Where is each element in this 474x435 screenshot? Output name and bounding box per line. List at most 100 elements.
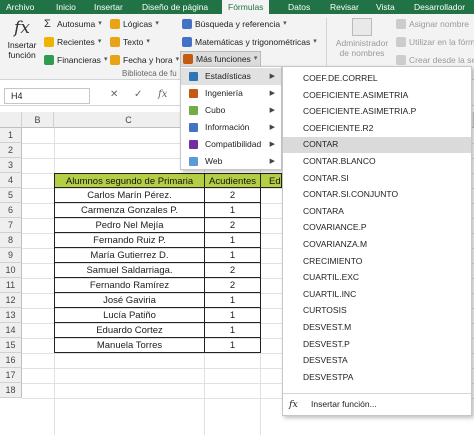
tab-datos[interactable]: Datos bbox=[282, 0, 316, 14]
more-functions-item[interactable]: Cubo ▶ bbox=[181, 102, 281, 119]
math-trig-button[interactable]: Matemáticas y trigonométricas ▾ bbox=[182, 34, 317, 50]
statistics-function-item[interactable]: COVARIANZA.M bbox=[283, 237, 471, 253]
more-functions-item[interactable]: Información ▶ bbox=[181, 119, 281, 136]
more-functions-item[interactable]: Estadísticas ▶ bbox=[181, 68, 281, 85]
chevron-right-icon: ▶ bbox=[269, 158, 275, 165]
more-functions-button[interactable]: Más funciones ▾ bbox=[180, 51, 262, 67]
row-header[interactable]: 10 bbox=[0, 263, 22, 278]
more-functions-item[interactable]: Compatibilidad ▶ bbox=[181, 136, 281, 153]
student-name-cell[interactable]: Fernando Ramírez bbox=[54, 278, 205, 293]
row-header[interactable]: 4 bbox=[0, 173, 22, 188]
student-name-cell[interactable]: Eduardo Cortez bbox=[54, 323, 205, 338]
guardian-count-cell[interactable]: 1 bbox=[204, 338, 261, 353]
logical-button[interactable]: Lógicas ▾ bbox=[110, 16, 159, 32]
statistics-function-item[interactable]: CURTOSIS bbox=[283, 303, 471, 319]
define-name-button[interactable]: Asignar nombre bbox=[396, 16, 469, 32]
formula-fx-icon[interactable]: fx bbox=[158, 89, 167, 100]
tab-revisar[interactable]: Revisar bbox=[324, 0, 365, 14]
guardian-count-cell[interactable]: 2 bbox=[204, 263, 261, 278]
row-header[interactable]: 12 bbox=[0, 293, 22, 308]
tab-inicio[interactable]: Inicio bbox=[50, 0, 82, 14]
guardian-count-cell[interactable]: 1 bbox=[204, 233, 261, 248]
tab-formulas[interactable]: Fórmulas bbox=[222, 0, 270, 14]
guardian-count-cell[interactable]: 1 bbox=[204, 248, 261, 263]
autosum-button[interactable]: Σ Autosuma ▾ bbox=[44, 16, 102, 32]
row-header[interactable]: 5 bbox=[0, 188, 22, 203]
student-name-cell[interactable]: Fernando Ruiz P. bbox=[54, 233, 205, 248]
statistics-function-item[interactable]: COEFICIENTE.ASIMETRIA bbox=[283, 88, 471, 104]
enter-icon[interactable]: ✓ bbox=[134, 89, 142, 100]
guardian-count-cell[interactable]: 1 bbox=[204, 293, 261, 308]
insert-function-button[interactable]: fx Insertar función bbox=[4, 16, 40, 68]
table-header-students[interactable]: Alumnos segundo de Primaria bbox=[54, 173, 205, 188]
student-name-cell[interactable]: Samuel Saldarriaga. bbox=[54, 263, 205, 278]
more-functions-item[interactable]: Web ▶ bbox=[181, 153, 281, 170]
student-name-cell[interactable]: María Gutierrez D. bbox=[54, 248, 205, 263]
recent-button[interactable]: Recientes ▾ bbox=[44, 34, 101, 50]
row-header[interactable]: 6 bbox=[0, 203, 22, 218]
student-name-cell[interactable]: Pedro Nel Mejía bbox=[54, 218, 205, 233]
row-header[interactable]: 14 bbox=[0, 323, 22, 338]
statistics-function-item[interactable]: CONTAR.BLANCO bbox=[283, 154, 471, 170]
table-header-guardians[interactable]: Acudientes bbox=[204, 173, 261, 188]
name-manager-button[interactable]: Administrador de nombres bbox=[330, 18, 394, 58]
statistics-function-item[interactable]: CUARTIL.INC bbox=[283, 287, 471, 303]
star-icon bbox=[44, 37, 54, 47]
guardian-count-cell[interactable]: 2 bbox=[204, 188, 261, 203]
insert-function-menu-item[interactable]: fx Insertar función... bbox=[283, 396, 471, 413]
student-name-cell[interactable]: Carlos Marín Pérez. bbox=[54, 188, 205, 203]
text-button[interactable]: Texto ▾ bbox=[110, 34, 150, 50]
row-header[interactable]: 9 bbox=[0, 248, 22, 263]
guardian-count-cell[interactable]: 1 bbox=[204, 323, 261, 338]
student-name-cell[interactable]: Carmenza Gonzales P. bbox=[54, 203, 205, 218]
tab-desarrollador[interactable]: Desarrollador bbox=[408, 0, 471, 14]
student-name-cell[interactable]: Manuela Torres bbox=[54, 338, 205, 353]
row-header[interactable]: 8 bbox=[0, 233, 22, 248]
use-in-formula-button[interactable]: Utilizar en la fórm bbox=[396, 34, 474, 50]
row-header[interactable]: 1 bbox=[0, 128, 22, 143]
name-box[interactable]: H4 bbox=[4, 88, 90, 104]
guardian-count-cell[interactable]: 2 bbox=[204, 218, 261, 233]
statistics-function-item[interactable]: DESVEST.M bbox=[283, 320, 471, 336]
row-header[interactable]: 16 bbox=[0, 353, 22, 368]
statistics-function-item[interactable]: DESVESTPA bbox=[283, 370, 471, 386]
column-header-b[interactable]: B bbox=[22, 112, 54, 128]
statistics-function-item[interactable]: CONTAR.SI.CONJUNTO bbox=[283, 187, 471, 203]
tab-vista[interactable]: Vista bbox=[370, 0, 401, 14]
function-library-group-label: Biblioteca de fu bbox=[122, 69, 177, 78]
more-functions-item[interactable]: Ingeniería ▶ bbox=[181, 85, 281, 102]
statistics-function-item[interactable]: COEFICIENTE.R2 bbox=[283, 121, 471, 137]
row-header[interactable]: 2 bbox=[0, 143, 22, 158]
tab-insertar[interactable]: Insertar bbox=[88, 0, 129, 14]
statistics-function-item[interactable]: CONTAR bbox=[283, 137, 471, 153]
guardian-count-cell[interactable]: 1 bbox=[204, 308, 261, 323]
student-name-cell[interactable]: Lucía Patiño bbox=[54, 308, 205, 323]
row-header[interactable]: 18 bbox=[0, 383, 22, 398]
table-header-partial[interactable]: Ed bbox=[260, 173, 282, 188]
statistics-function-item[interactable]: COEFICIENTE.ASIMETRIA.P bbox=[283, 104, 471, 120]
tab-archivo[interactable]: Archivo bbox=[0, 0, 40, 14]
guardian-count-cell[interactable]: 2 bbox=[204, 278, 261, 293]
statistics-function-item[interactable]: DESVESTA bbox=[283, 353, 471, 369]
row-header[interactable]: 7 bbox=[0, 218, 22, 233]
cancel-icon[interactable]: ✕ bbox=[110, 89, 118, 100]
statistics-function-item[interactable]: CONTARA bbox=[283, 204, 471, 220]
lookup-reference-button[interactable]: Búsqueda y referencia ▾ bbox=[182, 16, 287, 32]
row-header[interactable]: 3 bbox=[0, 158, 22, 173]
statistics-function-item[interactable]: COVARIANCE.P bbox=[283, 220, 471, 236]
guardian-count-cell[interactable]: 1 bbox=[204, 203, 261, 218]
financial-button[interactable]: Financieras ▾ bbox=[44, 52, 107, 68]
tab-diseno-pagina[interactable]: Diseño de página bbox=[136, 0, 214, 14]
row-header[interactable]: 11 bbox=[0, 278, 22, 293]
date-time-button[interactable]: Fecha y hora ▾ bbox=[110, 52, 179, 68]
student-name-cell[interactable]: José Gaviria bbox=[54, 293, 205, 308]
statistics-function-item[interactable]: CRECIMIENTO bbox=[283, 254, 471, 270]
statistics-function-item[interactable]: CUARTIL.EXC bbox=[283, 270, 471, 286]
statistics-function-item[interactable]: DESVEST.P bbox=[283, 337, 471, 353]
statistics-function-item[interactable]: COEF.DE.CORREL bbox=[283, 71, 471, 87]
row-header[interactable]: 17 bbox=[0, 368, 22, 383]
row-header[interactable]: 13 bbox=[0, 308, 22, 323]
row-header[interactable]: 15 bbox=[0, 338, 22, 353]
statistics-function-item[interactable]: CONTAR.SI bbox=[283, 171, 471, 187]
select-all-corner[interactable] bbox=[0, 112, 22, 128]
